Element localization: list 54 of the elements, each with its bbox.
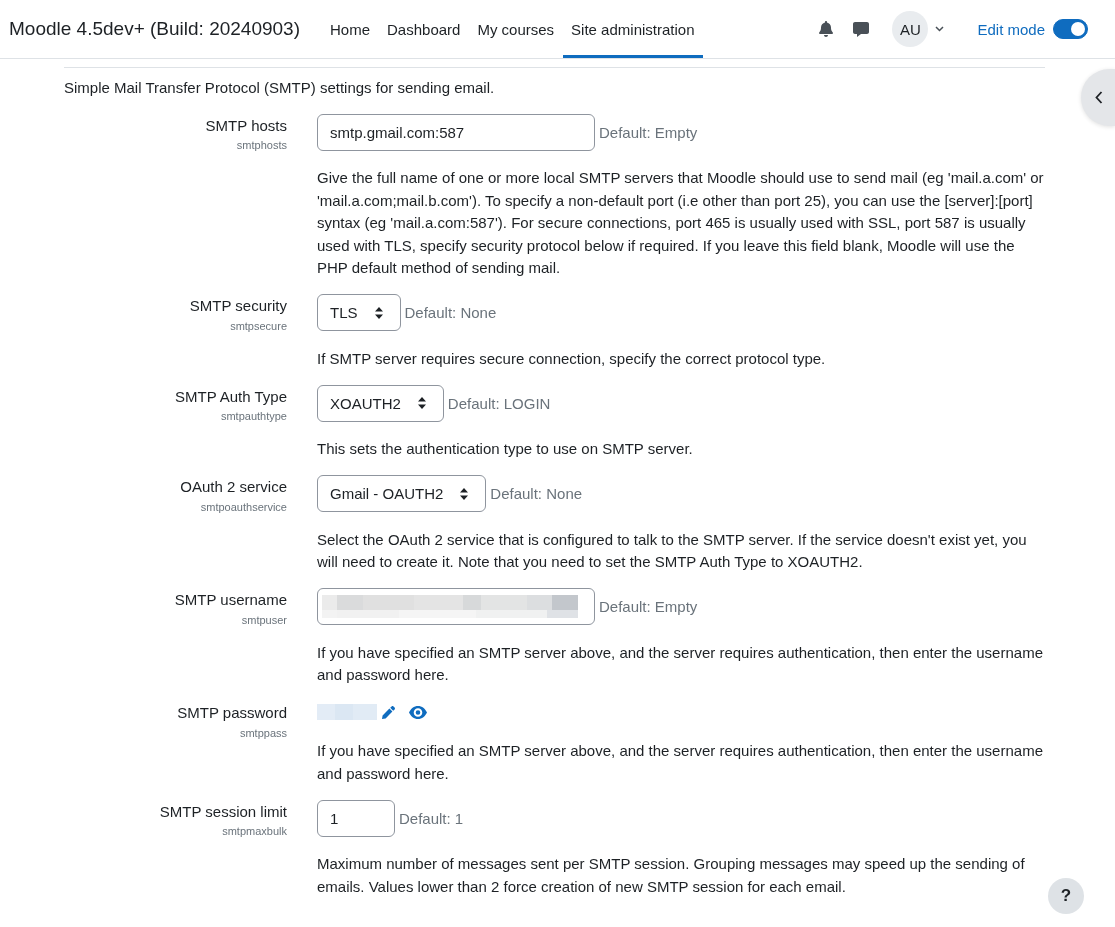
up-down-caret-icon (417, 397, 426, 409)
nav-tab[interactable]: Site administration (563, 0, 703, 58)
setting-description: If you have specified an SMTP server above, and the server requires authentication, then enter the username and password here. (317, 642, 1044, 685)
setting-label: SMTP password (177, 703, 287, 723)
text-input[interactable]: smtp.gmail.com:587 (317, 113, 595, 151)
setting-key: smtpauthtype (220, 408, 287, 425)
setting-key: smtpsecure (230, 317, 287, 335)
edit-mode-label[interactable]: Edit mode (977, 20, 1045, 38)
setting-description: Select the OAuth 2 service that is configured to talk to the SMTP server. If the service doesn't exist yet, you will need to create it. Note that you need to set the SMTP Auth Type to XOAUTH2. (317, 529, 1028, 572)
pencil-icon[interactable] (382, 705, 395, 719)
dropdown[interactable]: TLS (317, 294, 401, 331)
setting-label: SMTP username (174, 590, 287, 610)
default-value-note: Default: None (404, 304, 497, 321)
user-avatar[interactable]: AU (892, 11, 929, 47)
site-name[interactable]: Moodle 4.5dev+ (Build: 20240903) (9, 18, 300, 40)
help-button[interactable]: ? (1048, 878, 1084, 914)
setting-key: smtppass (239, 724, 287, 742)
chevron-left-icon (1095, 91, 1103, 104)
setting-description: Give the full name of one or more local SMTP servers that Moodle should use to send mail (eg 'mail.a.com' or 'mail.a.com;mail.b.com'). To specify a non-default port (i.e other than port 25), you can use the [server]:[port] syntax (eg 'mail.a.com:587'). For secure connections, port 465 is usually used with SSL, port 587 is usually used with TLS, specify security protocol below if required. If you leave this field blank, Moodle will use the PHP default method of sending mail. (317, 168, 1045, 278)
toggle-switch[interactable] (1053, 19, 1088, 39)
setting-label: SMTP Auth Type (175, 386, 287, 407)
setting-label: OAuth 2 service (180, 477, 287, 497)
bell-icon[interactable] (819, 21, 834, 37)
setting-description: If you have specified an SMTP server above, and the server requires authentication, then enter the username and password here. (317, 741, 1044, 784)
dropdown[interactable]: Gmail - OAUTH2 (317, 475, 487, 512)
section-intro: Simple Mail Transfer Protocol (SMTP) settings for sending email. (64, 78, 496, 98)
chevron-down-icon[interactable] (935, 26, 945, 32)
speech-bubble-icon[interactable] (853, 21, 870, 37)
text-input[interactable]: 1 (317, 799, 395, 837)
eye-icon[interactable] (409, 705, 427, 719)
default-value-note: Default: Empty (599, 123, 698, 141)
default-value-note: Default: LOGIN (447, 394, 551, 412)
setting-description: Maximum number of messages sent per SMTP session. Grouping messages may speed up the sending of emails. Values lower than 2 force creation of new SMTP session for each email. (317, 854, 1026, 897)
blurred-block (317, 704, 377, 721)
up-down-caret-icon (460, 487, 469, 500)
default-value-note: Default: Empty (599, 598, 698, 615)
nav-tab[interactable]: Dashboard (379, 0, 469, 58)
setting-key: smtphosts (236, 137, 287, 154)
setting-label: SMTP session limit (159, 801, 287, 822)
setting-key: smtpmaxbulk (222, 823, 287, 840)
setting-description: This sets the authentication type to use on SMTP server. (317, 439, 694, 459)
up-down-caret-icon (374, 306, 383, 319)
nav-tab[interactable]: My courses (469, 0, 563, 58)
setting-key: smtpuser (241, 611, 287, 629)
default-value-note: Default: 1 (399, 809, 464, 827)
setting-label: SMTP security (189, 296, 287, 316)
drawer-toggle-button[interactable] (1081, 69, 1115, 126)
setting-label: SMTP hosts (205, 115, 287, 136)
nav-tab[interactable]: Home (322, 0, 379, 58)
default-value-note: Default: None (490, 485, 583, 502)
setting-key: smtpoauthservice (200, 498, 287, 516)
dropdown[interactable]: XOAUTH2 (317, 384, 444, 422)
text-input[interactable] (317, 588, 595, 625)
setting-description: If SMTP server requires secure connection, specify the correct protocol type. (317, 348, 827, 369)
